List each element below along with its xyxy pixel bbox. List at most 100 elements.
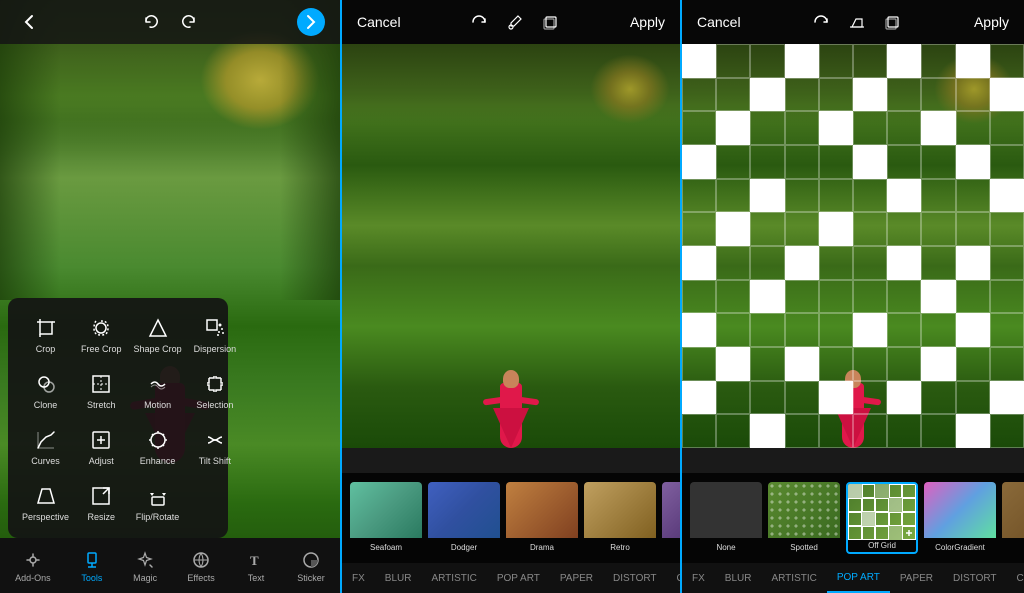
panel3-layers-icon[interactable] — [884, 13, 902, 31]
tools-grid: Crop Free Crop Shape Crop — [18, 308, 218, 528]
filter-thumb-retro[interactable]: Retro — [584, 482, 656, 554]
tool-perspective[interactable]: Perspective — [18, 476, 73, 528]
retro-label: Retro — [584, 543, 656, 552]
dodger-label: Dodger — [428, 543, 500, 552]
panel3-tab-fx[interactable]: FX — [682, 563, 715, 593]
filter-thumb-none[interactable]: None — [690, 482, 762, 554]
grid-cell — [956, 44, 990, 78]
text-icon: T — [245, 549, 267, 571]
grid-cell — [750, 347, 784, 381]
forward-button[interactable] — [297, 8, 325, 36]
grid-cell — [887, 44, 921, 78]
panel2-rotate-icon[interactable] — [470, 13, 488, 31]
panel3-tab-paper[interactable]: PAPER — [890, 563, 943, 593]
crop-label: Crop — [36, 344, 56, 354]
tool-free-crop[interactable]: Free Crop — [77, 308, 126, 360]
grid-cell — [921, 212, 955, 246]
panel2-brush-icon[interactable] — [506, 13, 524, 31]
grid-cell — [819, 280, 853, 314]
panel3-tab-blur[interactable]: BLUR — [715, 563, 762, 593]
grid-cell — [716, 78, 750, 112]
colorgradient-preview — [924, 482, 996, 538]
panel3-tab-artistic[interactable]: ARTISTIC — [761, 563, 826, 593]
undo-button[interactable] — [142, 13, 160, 31]
tool-tilt-shift[interactable]: Tilt Shift — [190, 420, 241, 472]
panel3-rotate-icon[interactable] — [812, 13, 830, 31]
panel3-tab-more[interactable]: C... — [1007, 563, 1024, 593]
tool-shape-crop[interactable]: Shape Crop — [130, 308, 186, 360]
grid-cell — [853, 280, 887, 314]
panel3-cancel-button[interactable]: Cancel — [697, 14, 741, 30]
grid-cell — [956, 313, 990, 347]
filter-thumb-colorgradient[interactable]: ColorGradient — [924, 482, 996, 554]
panel3-toolbar-icons — [812, 13, 902, 31]
grid-cell — [682, 280, 716, 314]
shape-crop-icon — [144, 314, 172, 342]
panel2-tab-blur[interactable]: BLUR — [375, 563, 422, 593]
none-preview — [690, 482, 762, 538]
grid-cell — [785, 111, 819, 145]
grid-cell — [990, 280, 1024, 314]
panel2-tab-fx[interactable]: FX — [342, 563, 375, 593]
grid-cell — [785, 246, 819, 280]
tool-adjust[interactable]: Adjust — [77, 420, 126, 472]
grid-cell — [990, 381, 1024, 415]
grid-cell — [921, 44, 955, 78]
grid-cell — [887, 78, 921, 112]
tool-dispersion[interactable]: Dispersion — [190, 308, 241, 360]
filter-thumb-dodger[interactable]: Dodger — [428, 482, 500, 554]
grid-cell — [990, 78, 1024, 112]
panel2-cancel-button[interactable]: Cancel — [357, 14, 401, 30]
panel3-tab-popart[interactable]: POP ART — [827, 563, 890, 593]
panel2-tab-artistic[interactable]: ARTISTIC — [421, 563, 486, 593]
filter-thumb-seafoam[interactable]: Seafoam — [350, 482, 422, 554]
tool-clone[interactable]: Clone — [18, 364, 73, 416]
filter-thumb-cinerama[interactable]: Cinerama — [662, 482, 680, 554]
grid-cell — [819, 313, 853, 347]
tool-curves[interactable]: Curves — [18, 420, 73, 472]
tool-crop[interactable]: Crop — [18, 308, 73, 360]
redo-button[interactable] — [180, 13, 198, 31]
grid-cell — [921, 111, 955, 145]
grid-cell — [716, 280, 750, 314]
grid-cell — [785, 78, 819, 112]
grid-cell — [990, 111, 1024, 145]
nav-text[interactable]: T Text — [237, 545, 275, 587]
grid-cell — [956, 145, 990, 179]
filter-thumb-offgrid[interactable]: Off Grid — [846, 482, 918, 554]
nav-magic[interactable]: Magic — [125, 545, 165, 587]
grid-cell — [956, 381, 990, 415]
tool-flip-rotate[interactable]: Flip/Rotate — [130, 476, 186, 528]
filter-thumb-holga1[interactable]: Holga 1 — [1002, 482, 1024, 554]
tool-enhance[interactable]: Enhance — [130, 420, 186, 472]
tool-resize[interactable]: Resize — [77, 476, 126, 528]
grid-cell — [682, 145, 716, 179]
panel2-apply-button[interactable]: Apply — [630, 14, 665, 30]
filter-thumb-drama[interactable]: Drama — [506, 482, 578, 554]
tool-selection[interactable]: Selection — [190, 364, 241, 416]
grid-cell — [887, 145, 921, 179]
filter-thumb-spotted[interactable]: Spotted — [768, 482, 840, 554]
panel2-tab-popart[interactable]: POP ART — [487, 563, 550, 593]
grid-cell — [682, 212, 716, 246]
panel2-tab-distort[interactable]: DISTORT — [603, 563, 667, 593]
panel3-apply-button[interactable]: Apply — [974, 14, 1009, 30]
tool-stretch[interactable]: Stretch — [77, 364, 126, 416]
panel3-eraser-icon[interactable] — [848, 13, 866, 31]
panel3-tab-distort[interactable]: DISTORT — [943, 563, 1007, 593]
curves-icon — [32, 426, 60, 454]
grid-cell — [853, 347, 887, 381]
panel2-layers-icon[interactable] — [542, 13, 560, 31]
grid-cell — [785, 179, 819, 213]
tool-motion[interactable]: Motion — [130, 364, 186, 416]
tilt-shift-icon — [201, 426, 229, 454]
panel2-tab-paper[interactable]: PAPER — [550, 563, 603, 593]
nav-effects[interactable]: Effects — [179, 545, 222, 587]
grid-cell — [819, 179, 853, 213]
grid-cell — [990, 179, 1024, 213]
nav-tools[interactable]: Tools — [73, 545, 111, 587]
nav-addons[interactable]: Add-Ons — [7, 545, 59, 587]
nav-sticker[interactable]: Sticker — [289, 545, 333, 587]
panel2-tab-more[interactable]: C... — [667, 563, 682, 593]
back-button[interactable] — [15, 8, 43, 36]
